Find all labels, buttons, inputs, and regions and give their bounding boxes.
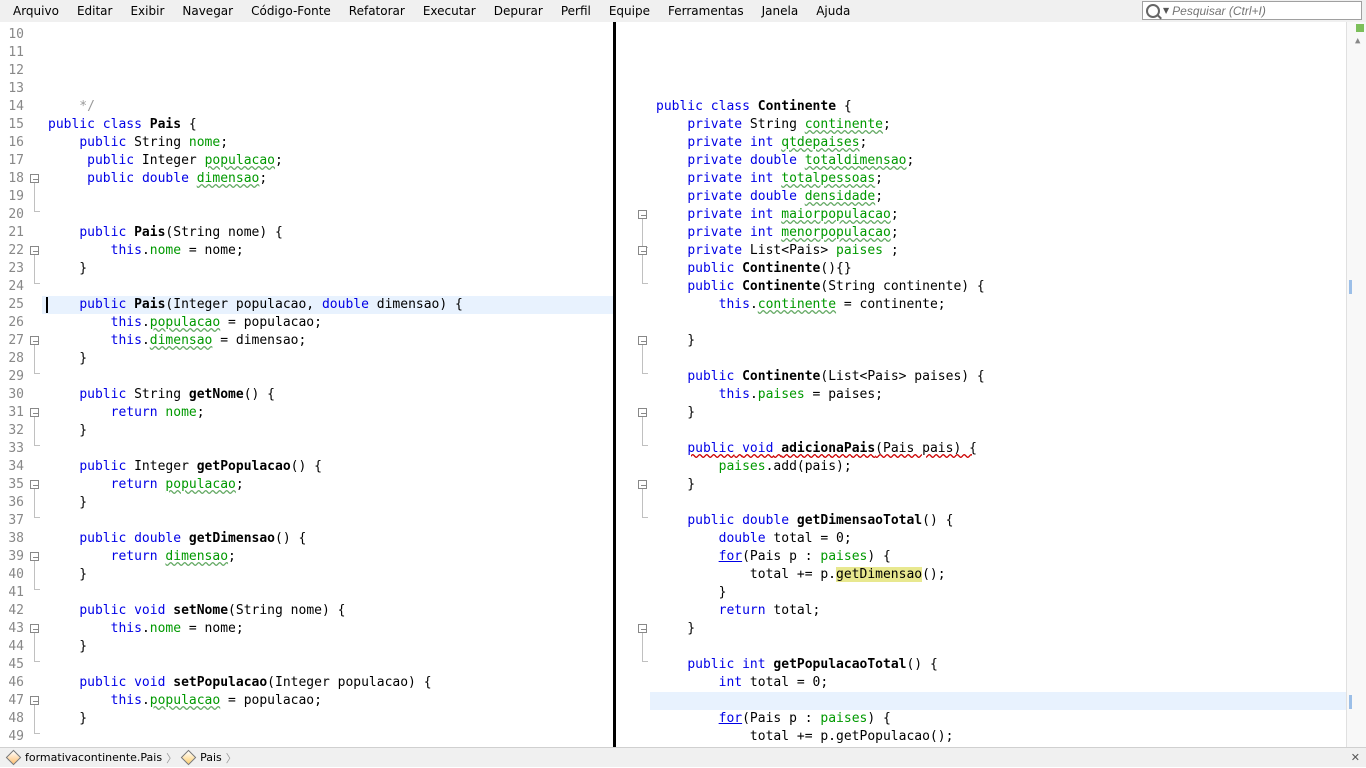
breadcrumb-package[interactable]: formativacontinente.Pais	[25, 751, 162, 764]
fold-toggle[interactable]	[638, 624, 647, 633]
fold-toggle[interactable]	[30, 696, 39, 705]
menu-perfil[interactable]: Perfil	[552, 2, 600, 20]
menu-depurar[interactable]: Depurar	[485, 2, 552, 20]
editor-pane-right: public class Continente { private String…	[616, 22, 1366, 747]
menu-exibir[interactable]: Exibir	[121, 2, 173, 20]
search-icon	[1146, 4, 1160, 18]
marker[interactable]	[1349, 280, 1352, 294]
code-area-right[interactable]: public class Continente { private String…	[650, 22, 1346, 747]
fold-gutter-right[interactable]	[636, 22, 650, 747]
fold-toggle[interactable]	[30, 480, 39, 489]
chevron-right-icon: 〉	[226, 750, 237, 766]
menu-arquivo[interactable]: Arquivo	[4, 2, 68, 20]
breadcrumb-bar: formativacontinente.Pais 〉 Pais 〉 ✕	[0, 747, 1366, 767]
menu-janela[interactable]: Janela	[753, 2, 808, 20]
chevron-right-icon: 〉	[166, 750, 177, 766]
fold-toggle[interactable]	[30, 552, 39, 561]
menu-executar[interactable]: Executar	[414, 2, 485, 20]
editor-workspace: 1011121314151617181920212223242526272829…	[0, 22, 1366, 747]
marker[interactable]	[1349, 695, 1352, 709]
fold-toggle[interactable]	[638, 336, 647, 345]
menu-bar: ArquivoEditarExibirNavegarCódigo-FonteRe…	[0, 0, 1366, 22]
error-stripe[interactable]: ▲	[1346, 22, 1366, 747]
line-numbers-right	[616, 22, 636, 747]
fold-toggle[interactable]	[638, 246, 647, 255]
menu-código-fonte[interactable]: Código-Fonte	[242, 2, 340, 20]
fold-toggle[interactable]	[638, 480, 647, 489]
package-icon	[6, 750, 22, 766]
line-numbers-left: 1011121314151617181920212223242526272829…	[0, 22, 28, 747]
fold-toggle[interactable]	[30, 336, 39, 345]
fold-toggle[interactable]	[30, 624, 39, 633]
menu-navegar[interactable]: Navegar	[173, 2, 242, 20]
status-ok-icon	[1356, 24, 1364, 32]
fold-gutter-left[interactable]	[28, 22, 42, 747]
editor-pane-left: 1011121314151617181920212223242526272829…	[0, 22, 613, 747]
menu-editar[interactable]: Editar	[68, 2, 122, 20]
fold-toggle[interactable]	[30, 174, 39, 183]
text-caret	[46, 297, 48, 313]
fold-toggle[interactable]	[30, 408, 39, 417]
chevron-down-icon[interactable]: ▼	[1163, 6, 1169, 15]
fold-toggle[interactable]	[638, 408, 647, 417]
search-input[interactable]	[1172, 4, 1361, 18]
search-box[interactable]: ▼	[1142, 1, 1362, 20]
menu-ajuda[interactable]: Ajuda	[807, 2, 859, 20]
code-area-left[interactable]: */public class Pais { public String nome…	[42, 22, 613, 747]
menu-ferramentas[interactable]: Ferramentas	[659, 2, 753, 20]
fold-toggle[interactable]	[638, 210, 647, 219]
breadcrumb-class[interactable]: Pais	[200, 751, 222, 764]
fold-toggle[interactable]	[30, 246, 39, 255]
chevron-up-icon[interactable]: ▲	[1355, 36, 1360, 46]
class-icon	[181, 750, 197, 766]
menu-refatorar[interactable]: Refatorar	[340, 2, 414, 20]
close-icon[interactable]: ✕	[1351, 751, 1360, 764]
menu-equipe[interactable]: Equipe	[600, 2, 659, 20]
